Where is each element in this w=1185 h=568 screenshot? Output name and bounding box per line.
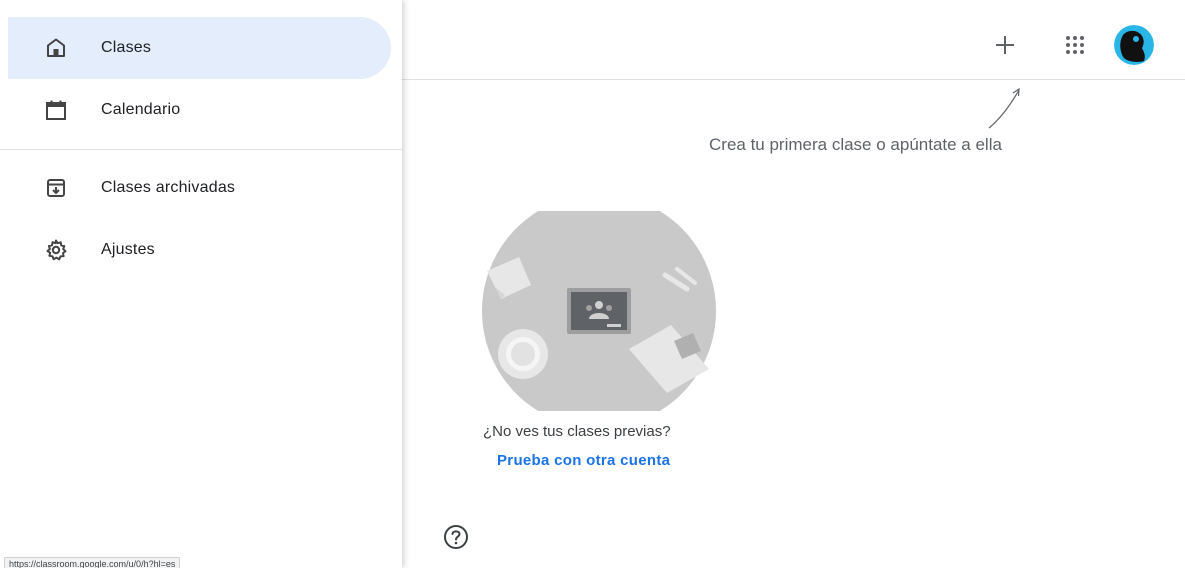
- hint-arrow-icon: [988, 87, 1020, 129]
- try-another-account-link[interactable]: Prueba con otra cuenta: [497, 452, 670, 469]
- sidebar-item-clases[interactable]: Clases: [8, 17, 391, 79]
- apps-grid-icon: [1066, 36, 1084, 54]
- add-class-button[interactable]: [988, 28, 1022, 62]
- sidebar-item-label: Calendario: [101, 101, 181, 118]
- sidebar-item-ajustes[interactable]: Ajustes: [8, 219, 391, 281]
- navigation-drawer: Clases Calendario Clases archivadas Ajus…: [0, 0, 402, 568]
- avatar[interactable]: [1114, 25, 1154, 65]
- calendar-icon: [42, 96, 70, 124]
- sidebar-item-label: Clases archivadas: [101, 179, 236, 196]
- gear-icon: [42, 236, 70, 264]
- help-icon: [444, 525, 468, 549]
- sidebar-item-label: Clases: [101, 39, 152, 56]
- previous-classes-question: ¿No ves tus clases previas?: [483, 423, 671, 440]
- google-apps-button[interactable]: [1058, 28, 1092, 62]
- sidebar-item-label: Ajustes: [101, 241, 155, 258]
- help-button[interactable]: [443, 524, 469, 550]
- sidebar-item-clases-archivadas[interactable]: Clases archivadas: [8, 157, 391, 219]
- archive-icon: [42, 174, 70, 202]
- topbar-divider: [402, 79, 1185, 80]
- home-icon: [42, 34, 70, 62]
- nav-divider: [0, 149, 402, 150]
- sidebar-item-calendario[interactable]: Calendario: [8, 79, 391, 141]
- create-class-hint: Crea tu primera clase o apúntate a ella: [709, 135, 1002, 154]
- classroom-illustration: [482, 211, 716, 411]
- plus-icon: [996, 36, 1014, 54]
- status-bar-url: https://classroom.google.com/u/0/h?hl=es: [4, 557, 181, 568]
